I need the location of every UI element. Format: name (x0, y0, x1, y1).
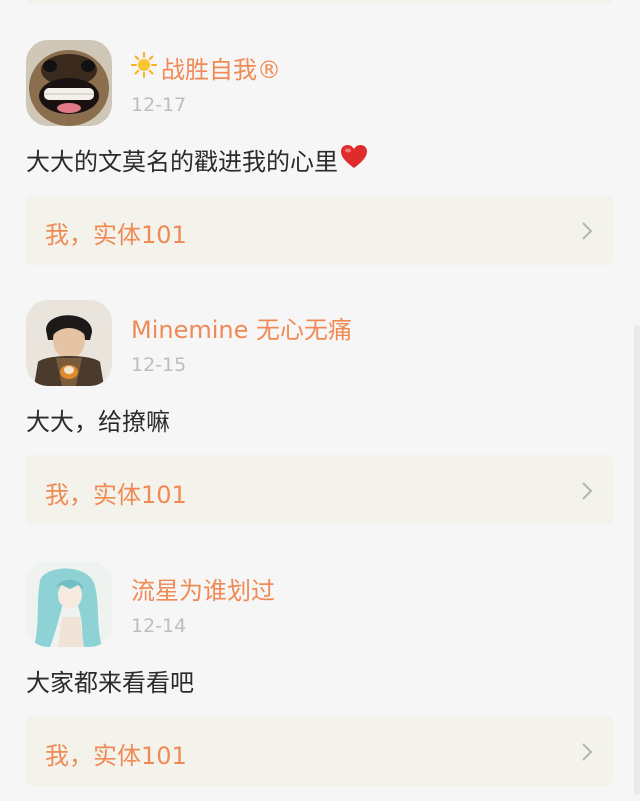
user-name-label: 战胜自我® (161, 56, 281, 84)
reply-card[interactable]: 我，实体101 (26, 455, 613, 525)
sun-icon (131, 51, 157, 84)
reply-text: 我，实体101 (45, 481, 187, 509)
pug-avatar[interactable] (26, 40, 112, 126)
anime-girl-avatar[interactable] (26, 561, 112, 647)
comment-item: 流星为谁划过 12-14 大家都来看看吧 我，实体101 (0, 561, 640, 801)
reply-card[interactable]: 我，实体101 (26, 716, 613, 786)
comment-item: 战胜自我® 12-17 大大的文莫名的戳进我的心里 我，实体101 (0, 40, 640, 280)
reply-text: 我，实体101 (45, 742, 187, 770)
scrollbar[interactable] (634, 325, 640, 795)
user-name[interactable]: 流星为谁划过 (131, 571, 275, 606)
young-man-avatar[interactable] (26, 300, 112, 386)
reply-card[interactable]: 我，实体101 (26, 195, 613, 265)
comment-text: 大大，给撩嘛 (26, 408, 170, 436)
chevron-right-icon (582, 743, 593, 761)
chevron-right-icon (582, 222, 593, 240)
comment-date: 12-17 (131, 94, 187, 116)
comment-text-label: 大大的文莫名的戳进我的心里 (26, 148, 338, 176)
red-heart-icon (340, 144, 368, 176)
comment-date: 12-14 (131, 615, 187, 637)
reply-text: 我，实体101 (45, 221, 187, 249)
comment-item: Minemine 无心无痛 12-15 大大，给撩嘛 我，实体101 (0, 300, 640, 540)
comment-text: 大大的文莫名的戳进我的心里 (26, 142, 368, 177)
user-name[interactable]: 战胜自我® (131, 50, 281, 85)
chevron-right-icon (582, 482, 593, 500)
previous-reply-card[interactable] (26, 0, 613, 4)
comment-date: 12-15 (131, 354, 187, 376)
user-name[interactable]: Minemine 无心无痛 (131, 310, 352, 345)
comment-text: 大家都来看看吧 (26, 669, 194, 697)
